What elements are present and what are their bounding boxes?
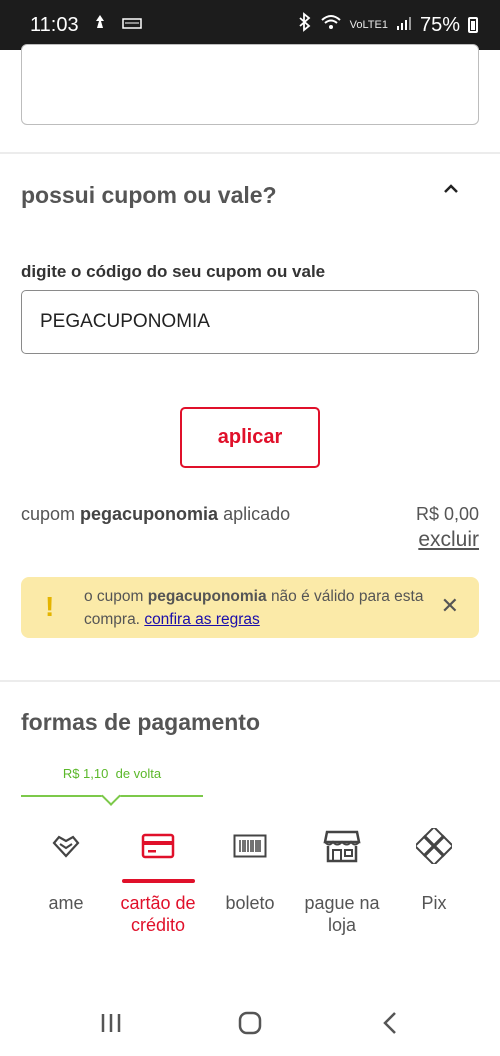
payment-option-ame[interactable]: ame <box>21 826 111 914</box>
coupon-discount-value: R$ 0,00 <box>415 504 479 524</box>
ame-heart-icon <box>21 826 111 866</box>
payment-option-pix[interactable]: Pix <box>389 826 479 914</box>
volte-label: VoLTE1 <box>349 18 388 31</box>
warning-message: o cupom pegacuponomia não é válido para … <box>84 585 424 631</box>
apply-coupon-button[interactable]: aplicar <box>180 407 320 468</box>
cashback-tag: R$ 1,10 de volta <box>21 766 203 781</box>
pix-icon <box>389 826 479 866</box>
cashback-label: de volta <box>115 766 162 781</box>
warning-code: pegacuponomia <box>147 588 267 605</box>
status-bar: 11:03 VoLTE1 75% <box>0 0 500 50</box>
system-navigation-bar <box>0 996 500 1056</box>
payment-option-label: ame <box>48 893 84 913</box>
battery-percent: 75% <box>419 13 460 36</box>
back-icon[interactable] <box>376 1008 406 1038</box>
close-icon[interactable]: ✕ <box>441 595 459 617</box>
payment-option-label: Pix <box>421 893 447 913</box>
barcode-icon <box>205 826 295 866</box>
bluetooth-icon <box>298 12 312 38</box>
notes-textarea[interactable] <box>21 44 479 125</box>
battery-icon <box>468 17 478 33</box>
applied-suffix: aplicado <box>223 504 291 524</box>
payment-option-store[interactable]: pague na loja <box>297 826 387 936</box>
payment-section-title: formas de pagamento <box>21 709 260 735</box>
applied-code: pegacuponomia <box>80 504 219 524</box>
coupon-warning-banner: ! o cupom pegacuponomia não é válido par… <box>21 577 479 638</box>
rules-link[interactable]: confira as regras <box>144 611 259 628</box>
store-icon <box>297 826 387 866</box>
payment-option-label: cartão de crédito <box>120 893 196 935</box>
exclamation-icon: ! <box>45 591 55 622</box>
chevron-up-icon[interactable] <box>440 178 462 200</box>
section-divider <box>0 680 500 682</box>
cashback-amount: R$ 1,10 <box>62 766 109 781</box>
payment-option-label: boleto <box>225 893 275 913</box>
selected-indicator <box>122 879 195 883</box>
credit-card-icon <box>113 826 203 866</box>
signal-icon <box>396 14 412 37</box>
coupon-applied-text: cupom pegacuponomia aplicado <box>21 504 290 525</box>
amazon-icon <box>121 14 143 37</box>
applied-prefix: cupom <box>21 504 76 524</box>
recent-apps-icon[interactable] <box>96 1008 126 1038</box>
notification-icon <box>91 13 109 37</box>
status-time: 11:03 <box>30 13 79 36</box>
coupon-section-title: possui cupom ou vale? <box>21 182 277 208</box>
payment-option-label: pague na loja <box>304 893 380 935</box>
home-icon[interactable] <box>235 1008 265 1038</box>
cashback-pointer <box>101 786 121 806</box>
section-divider <box>0 152 500 154</box>
coupon-code-input[interactable] <box>21 290 479 354</box>
remove-coupon-link[interactable]: excluir <box>418 528 479 552</box>
wifi-icon <box>320 13 342 37</box>
coupon-field-label: digite o código do seu cupom ou vale <box>21 262 326 281</box>
payment-option-boleto[interactable]: boleto <box>205 826 295 914</box>
warning-prefix: o cupom <box>84 588 144 605</box>
